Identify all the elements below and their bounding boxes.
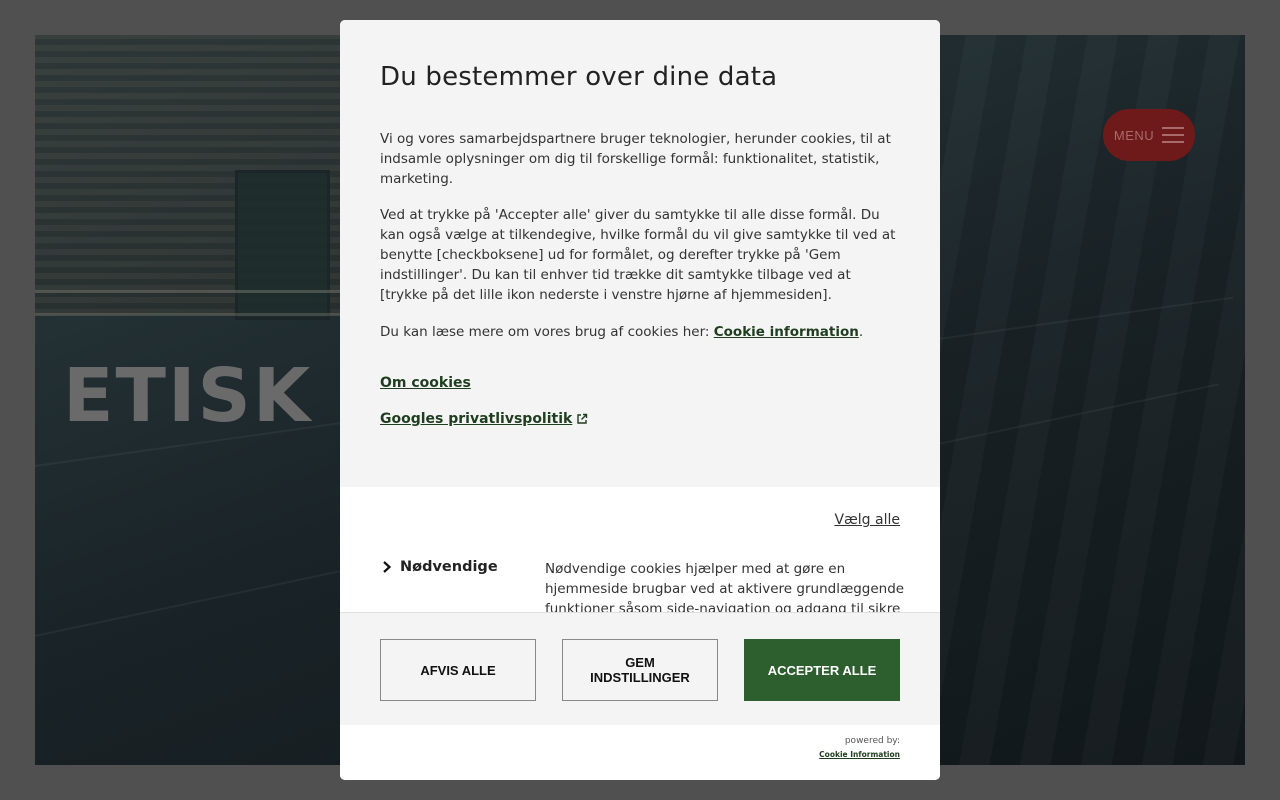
category-label: Nødvendige	[400, 559, 498, 575]
dialog-intro: Du bestemmer over dine data Vi og vores …	[340, 20, 940, 487]
chevron-right-icon	[383, 561, 392, 573]
category-description: Nødvendige cookies hjælper med at gøre e…	[545, 561, 905, 613]
save-settings-button[interactable]: GEM INDSTILLINGER	[562, 639, 718, 701]
more-info-paragraph: Du kan læse mere om vores brug af cookie…	[380, 322, 900, 342]
google-privacy-link[interactable]: Googles privatlivspolitik	[380, 411, 572, 427]
intro-paragraph: Vi og vores samarbejdspartnere bruger te…	[380, 131, 891, 187]
cookie-consent-dialog: Du bestemmer over dine data Vi og vores …	[340, 20, 940, 780]
save-settings-label: GEM INDSTILLINGER	[590, 655, 690, 685]
more-info-suffix: .	[858, 324, 864, 340]
external-link-icon	[577, 413, 588, 424]
cookie-information-link[interactable]: Cookie information	[714, 324, 859, 340]
select-all-link[interactable]: Vælg alle	[834, 512, 900, 528]
om-cookies-link[interactable]: Om cookies	[380, 375, 471, 391]
dialog-actions: AFVIS ALLE GEM INDSTILLINGER ACCEPTER AL…	[340, 612, 940, 725]
category-toggle-noedvendige[interactable]: Nødvendige	[380, 559, 498, 575]
reject-all-button[interactable]: AFVIS ALLE	[380, 639, 536, 701]
cookie-information-brand-link[interactable]: Cookie Information	[819, 750, 900, 759]
accept-all-button[interactable]: ACCEPTER ALLE	[744, 639, 900, 701]
dialog-title: Du bestemmer over dine data	[380, 62, 778, 92]
consent-paragraph: Ved at trykke på 'Accepter alle' giver d…	[380, 207, 896, 303]
dialog-footer: powered by: Cookie Information	[340, 725, 940, 780]
powered-by-text: powered by:	[844, 736, 900, 746]
more-info-text: Du kan læse mere om vores brug af cookie…	[380, 324, 714, 340]
google-privacy-link-row[interactable]: Googles privatlivspolitik	[380, 411, 588, 427]
consent-categories: Vælg alle Nødvendige Nødvendige cookies …	[340, 487, 940, 613]
